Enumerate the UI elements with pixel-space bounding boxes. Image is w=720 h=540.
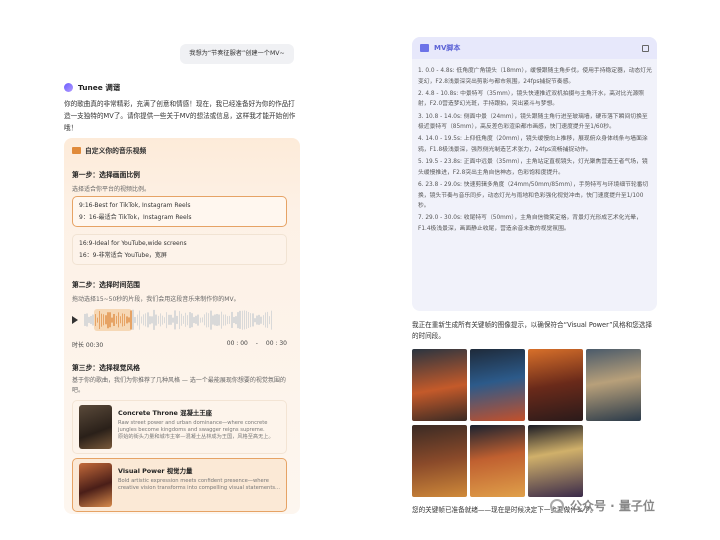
style-desc-en: Raw street power and urban dominance—whe… [118, 420, 268, 434]
keyframe-image[interactable] [470, 349, 525, 421]
style-thumbnail [79, 463, 112, 507]
duration-label: 时长 00:30 [72, 342, 104, 349]
tunee-logo-icon [64, 82, 73, 92]
ratio-option-en: 9:16-Best for TikTok, Instagram Reels [79, 202, 191, 209]
style-option-concrete-throne[interactable]: Concrete Throne 混凝土王座 Raw street power a… [72, 400, 287, 454]
script-item: 5. 19.5 - 23.8s: 正面中远景（35mm），主角站定直视镜头，灯光… [418, 159, 648, 176]
style-option-visual-power[interactable]: Visual Power 视觉力量 Bold artistic expressi… [72, 458, 287, 512]
user-message: 我想为“节奏征服者”创建一个MV~ [180, 44, 294, 64]
script-item: 1. 0.0 - 4.8s: 低角度广角镜头（18mm），缓慢跟随主角步伐，使用… [418, 68, 652, 85]
assistant-name: Tunee 调谐 [78, 82, 121, 92]
wechat-icon [550, 498, 564, 513]
mv-script-header: MV脚本 [412, 37, 657, 59]
keyframe-image[interactable] [470, 425, 525, 497]
script-item: 2. 4.8 - 10.8s: 中景特写（35mm），镜头快速推近双机拍摄与主角… [418, 90, 644, 108]
end-time: 00 : 30 [265, 340, 287, 347]
keyframe-image[interactable] [528, 349, 583, 421]
audio-range-selector [72, 308, 287, 332]
step2-title: 第二步：选择时间范围 [72, 281, 140, 289]
start-time: 00 : 00 [226, 340, 248, 347]
film-icon [420, 44, 429, 52]
style-thumbnail [79, 405, 112, 449]
waveform[interactable] [84, 309, 287, 331]
ratio-option-zh: 16：9-非常适合 YouTube，宽屏 [79, 252, 167, 259]
copy-icon[interactable] [642, 44, 649, 52]
video-camera-icon [72, 146, 81, 154]
keyframe-image[interactable] [528, 425, 583, 497]
watermark: 公众号 · 量子位 [550, 497, 655, 514]
ratio-option-en: 16:9-Ideal for YouTube,wide screens [79, 240, 187, 247]
step2-hint: 拖动选择15~50秒的片段，我们会用这段音乐来制作你的MV。 [72, 296, 240, 303]
mv-script-list: 1. 0.0 - 4.8s: 低角度广角镜头（18mm），缓慢跟随主角步伐，使用… [418, 66, 652, 236]
waveform-bar [270, 310, 273, 330]
step3-title: 第三步：选择视觉风格 [72, 364, 140, 372]
keyframe-image[interactable] [412, 425, 467, 497]
regen-message: 我正在重新生成所有关键帧的图像提示，以确保符合“Visual Power”风格和… [412, 321, 653, 340]
ratio-option-16-9[interactable]: 16:9-Ideal for YouTube,wide screens 16：9… [72, 234, 287, 265]
script-item: 3. 10.8 - 14.0s: 侧面中景（24mm），镜头跟随主角行进至玻璃墙… [418, 113, 648, 131]
script-item: 7. 29.0 - 30.0s: 收尾特写（50mm），主角自信微笑定格，背景灯… [418, 215, 642, 232]
card-title: 自定义你的音乐视频 [85, 147, 147, 155]
ratio-option-9-16[interactable]: 9:16-Best for TikTok, Instagram Reels 9：… [72, 196, 287, 227]
script-item: 4. 14.0 - 19.5s: 上仰低角度（20mm），镜头缓慢向上推移，展现… [418, 136, 648, 153]
style-title: Concrete Throne 混凝土王座 [118, 409, 213, 417]
step1-hint: 选择适合你平台的视频比例。 [72, 186, 151, 193]
script-item: 6. 23.8 - 29.0s: 快速剪辑多角度（24mm/50mm/85mm）… [418, 181, 649, 210]
keyframe-image[interactable] [412, 349, 467, 421]
card-header: 自定义你的音乐视频 [72, 145, 146, 155]
keyframe-image[interactable] [586, 349, 641, 421]
assistant-intro: 你的歌曲真的非常精彩，充满了创意和情感！现在，我已经准备好为你的作品打造一支独特… [64, 100, 296, 132]
time-separator: - [255, 340, 258, 347]
play-icon[interactable] [72, 316, 78, 324]
ratio-option-zh: 9：16-最适合 TikTok，Instagram Reels [79, 214, 192, 221]
watermark-text: 公众号 · 量子位 [570, 499, 655, 513]
style-desc-en: Bold artistic expression meets confident… [118, 478, 281, 492]
step3-hint: 基于你的歌曲，我们为你推荐了几种风格 — 选一个最能展现你想要的视觉氛围的吧。 [72, 377, 286, 394]
step1-title: 第一步：选择画面比例 [72, 171, 140, 179]
mv-panel-title: MV脚本 [434, 44, 461, 52]
assistant-header: Tunee 调谐 [64, 80, 120, 94]
time-row: 时长 00:30 00 : 00 - 00 : 30 [72, 340, 287, 349]
style-title: Visual Power 视觉力量 [118, 467, 193, 475]
style-desc-zh: 原始的街头力量和城市主宰—混凝土丛林成为王国，风格至高无上。 [118, 434, 274, 441]
time-range: 00 : 00 - 00 : 30 [227, 340, 287, 349]
